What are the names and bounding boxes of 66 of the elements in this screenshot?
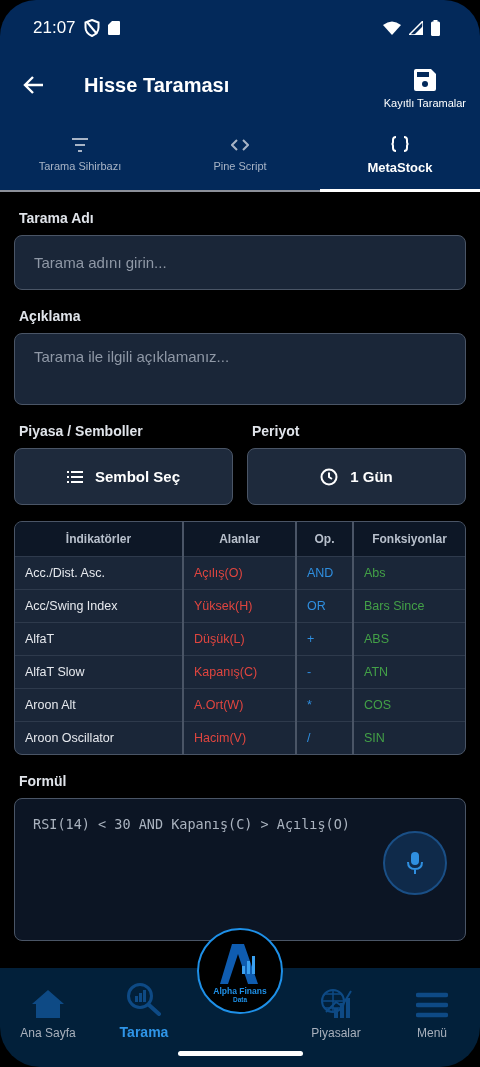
input-field[interactable]: Tarama ile ilgili açıklamanız... — [14, 333, 466, 405]
table-cell[interactable]: A.Ort(W) — [184, 688, 295, 721]
table-cell[interactable]: AlfaT — [15, 622, 182, 655]
filter-icon — [71, 138, 89, 152]
table-cell[interactable]: - — [297, 655, 352, 688]
table-cell[interactable]: ATN — [354, 655, 465, 688]
table-cell[interactable]: Düşük(L) — [184, 622, 295, 655]
list-icon — [66, 470, 83, 483]
tab[interactable]: Pine Script — [160, 115, 320, 192]
table-cell[interactable]: AND — [297, 556, 352, 589]
table-cell[interactable]: / — [297, 721, 352, 754]
save-icon — [413, 69, 436, 91]
table-cell[interactable]: * — [297, 688, 352, 721]
code-icon — [231, 138, 249, 152]
input-field[interactable]: Tarama adını girin... — [14, 235, 466, 290]
field-label: Açıklama — [18, 307, 82, 326]
column-header: Op. — [297, 522, 352, 556]
status-time: 21:07 — [33, 17, 76, 38]
table-cell[interactable]: ABS — [354, 622, 465, 655]
formula-field[interactable]: RSI(14) < 30 AND Kapanış(C) > Açılış(O) — [14, 798, 466, 941]
table-cell[interactable]: Abs — [354, 556, 465, 589]
nav-item[interactable]: Menü — [384, 980, 480, 1040]
table-cell[interactable]: Yüksek(H) — [184, 589, 295, 622]
column-header: Alanlar — [184, 522, 295, 556]
nav-item[interactable]: Tarama — [96, 980, 192, 1040]
formula-text: RSI(14) < 30 AND Kapanış(C) > Açılış(O) — [33, 816, 350, 832]
table-cell[interactable]: Aroon Alt — [15, 688, 182, 721]
table-cell[interactable]: Acc/Swing Index — [15, 589, 182, 622]
microphone-icon — [407, 851, 423, 875]
column-header: Fonksiyonlar — [354, 522, 465, 556]
period-button[interactable]: 1 Gün — [247, 448, 466, 505]
table-cell[interactable]: Kapanış(C) — [184, 655, 295, 688]
signal-icon — [409, 20, 423, 35]
field-label: Periyot — [251, 422, 301, 441]
tab[interactable]: Tarama Sihirbazı — [0, 115, 160, 192]
battery-icon — [431, 19, 440, 36]
page-title: Hisse Taraması — [84, 73, 231, 97]
sd-card-icon — [107, 20, 120, 35]
braces-icon — [391, 135, 409, 152]
clock-icon — [320, 467, 339, 486]
saved-scans-button[interactable]: Kayıtlı Taramalar — [383, 61, 466, 109]
table-cell[interactable]: OR — [297, 589, 352, 622]
nav-item[interactable]: Piyasalar — [288, 980, 384, 1040]
table-cell[interactable]: SIN — [354, 721, 465, 754]
shield-icon — [83, 18, 100, 37]
magnifier-chart-icon — [126, 982, 162, 1016]
symbol-button[interactable]: Sembol Seç — [14, 448, 233, 505]
table-cell[interactable]: Bars Since — [354, 589, 465, 622]
tab[interactable]: MetaStock — [320, 115, 480, 192]
table-cell[interactable]: Aroon Oscillator — [15, 721, 182, 754]
table-cell[interactable]: AlfaT Slow — [15, 655, 182, 688]
table-cell[interactable]: COS — [354, 688, 465, 721]
field-label: Tarama Adı — [18, 209, 95, 228]
column-header: İndikatörler — [15, 522, 182, 556]
logo-text: Alpha Finans — [213, 985, 267, 996]
menu-icon — [416, 992, 448, 1018]
field-label: Formül — [18, 772, 68, 791]
globe-chart-icon — [320, 988, 352, 1018]
table-cell[interactable]: Acc./Dist. Asc. — [15, 556, 182, 589]
home-icon — [32, 990, 64, 1018]
wifi-icon — [383, 20, 401, 35]
field-label: Piyasa / Semboller — [18, 422, 144, 441]
table-cell[interactable]: Açılış(O) — [184, 556, 295, 589]
table-cell[interactable]: + — [297, 622, 352, 655]
table-cell[interactable]: Hacim(V) — [184, 721, 295, 754]
nav-item[interactable]: Ana Sayfa — [0, 980, 96, 1040]
